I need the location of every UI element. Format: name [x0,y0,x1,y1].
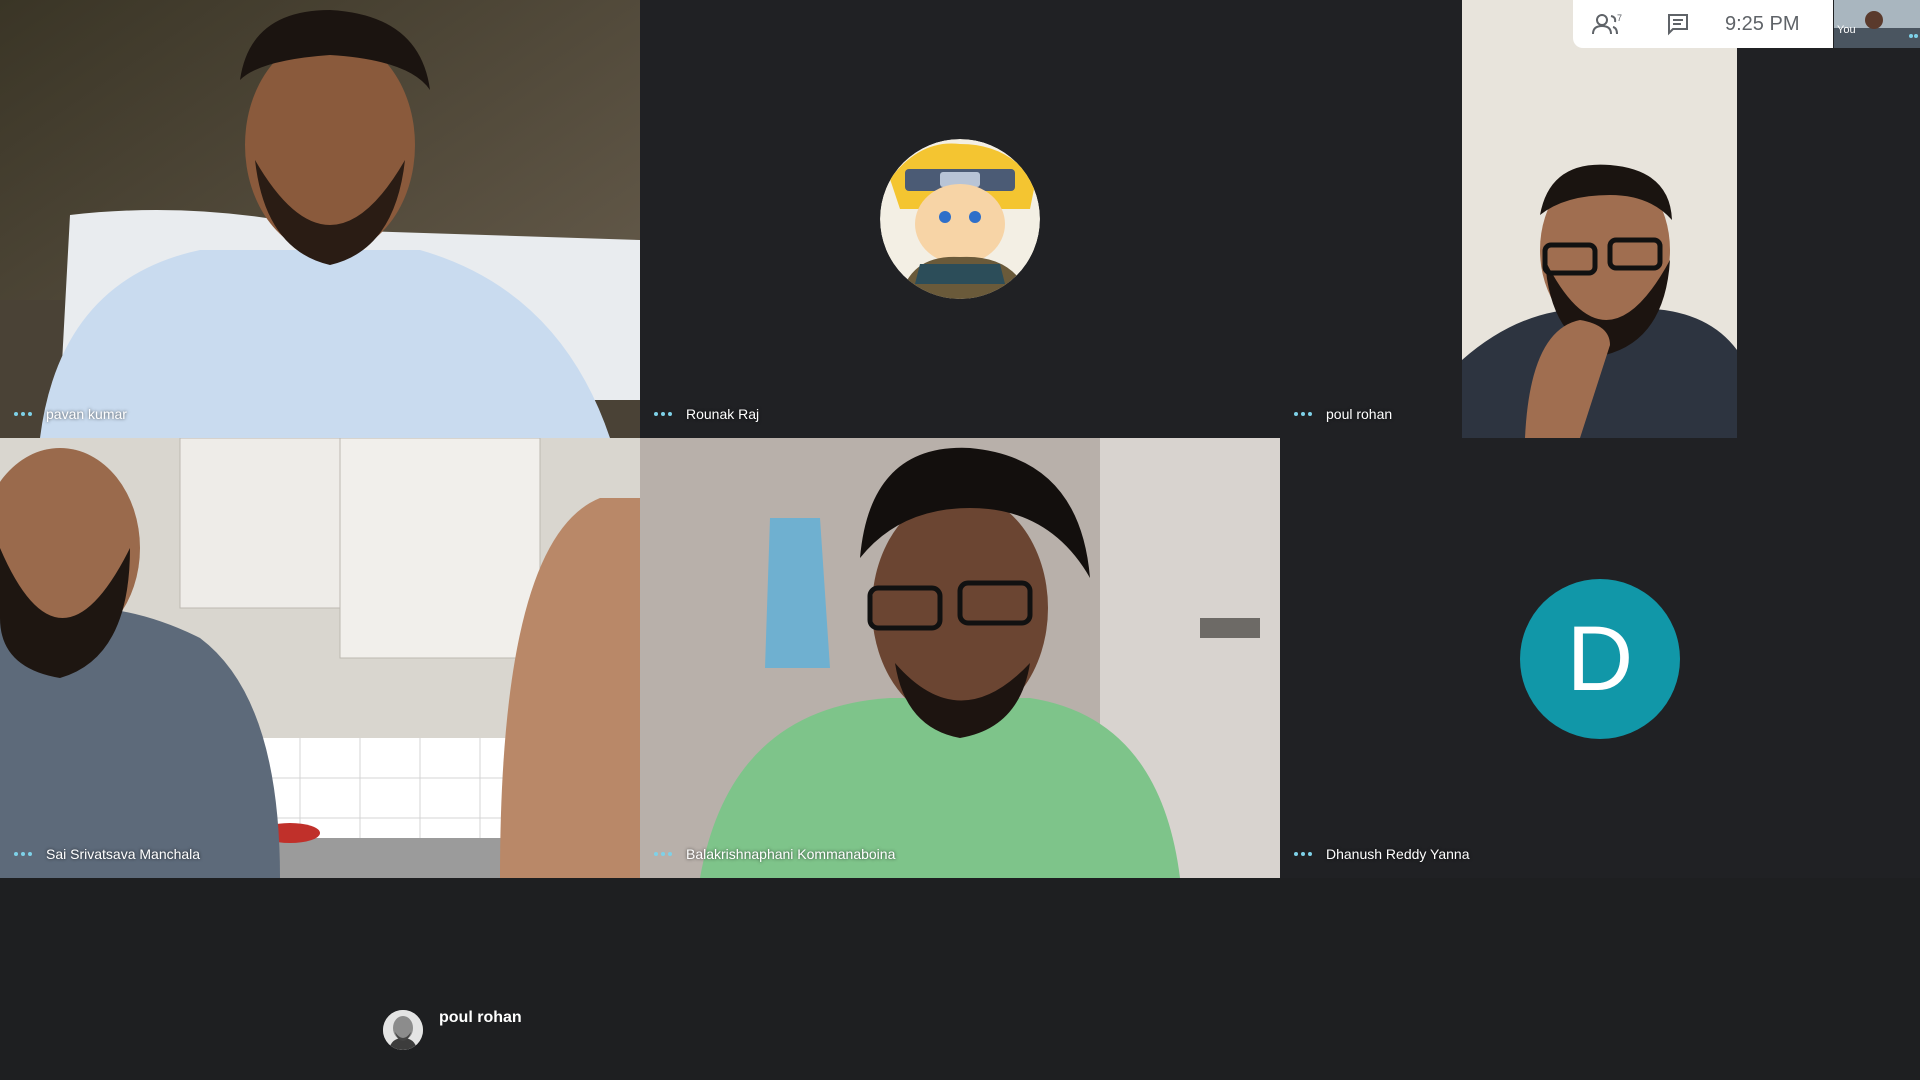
chat-button[interactable] [1643,12,1713,36]
participant-name-row: Sai Srivatsava Manchala [14,846,200,862]
participant-tile-balakrishnaphani-kommanaboina[interactable]: Balakrishnaphani Kommanaboina [640,438,1280,878]
participant-name: poul rohan [1326,406,1393,422]
self-view-thumbnail[interactable]: You [1834,0,1920,48]
profile-avatar [880,139,1040,299]
participant-name-row: poul rohan [1294,406,1392,422]
participant-tile-dhanush-reddy-yanna[interactable]: D Dhanush Reddy Yanna [1280,438,1920,878]
participant-name: pavan kumar [46,406,127,422]
audio-indicator-icon [1294,852,1312,856]
presenter-name: poul rohan [439,1009,522,1026]
video-feed [640,438,1280,878]
people-icon: 7 [1592,13,1622,35]
chat-icon [1668,14,1688,36]
presenter-indicator[interactable]: poul rohan [383,1004,522,1050]
participants-count: 7 [1617,13,1622,23]
audio-indicator-icon [654,852,672,856]
video-feed [1280,0,1920,438]
participant-name-row: Dhanush Reddy Yanna [1294,846,1469,862]
participant-name: Dhanush Reddy Yanna [1326,846,1470,862]
audio-indicator-icon [1294,412,1312,416]
audio-indicator-icon [14,412,32,416]
audio-indicator-icon [14,852,32,856]
self-view-label: You [1837,24,1856,36]
video-feed [0,0,640,438]
bottom-bar [0,878,1920,1080]
participants-button[interactable]: 7 [1573,12,1643,36]
clock-time: 9:25 PM [1725,12,1800,35]
video-feed [0,438,640,878]
letter-avatar: D [1520,579,1680,739]
participant-name: Balakrishnaphani Kommanaboina [686,846,896,862]
participant-tile-poul-rohan[interactable]: poul rohan [1280,0,1920,438]
audio-indicator-icon [654,412,672,416]
meeting-info-bar: 7 9:25 PM [1573,0,1833,48]
presenter-avatar [383,1010,423,1050]
participant-name-row: Rounak Raj [654,406,759,422]
participant-name-row: Balakrishnaphani Kommanaboina [654,846,895,862]
participant-name: Rounak Raj [686,406,760,422]
participant-tile-rounak-raj[interactable]: Rounak Raj [640,0,1280,438]
participant-tile-pavan-kumar[interactable]: pavan kumar [0,0,640,438]
participant-name-row: pavan kumar [14,406,127,422]
participant-name: Sai Srivatsava Manchala [46,846,201,862]
participant-tile-sai-srivatsava-manchala[interactable]: Sai Srivatsava Manchala [0,438,640,878]
